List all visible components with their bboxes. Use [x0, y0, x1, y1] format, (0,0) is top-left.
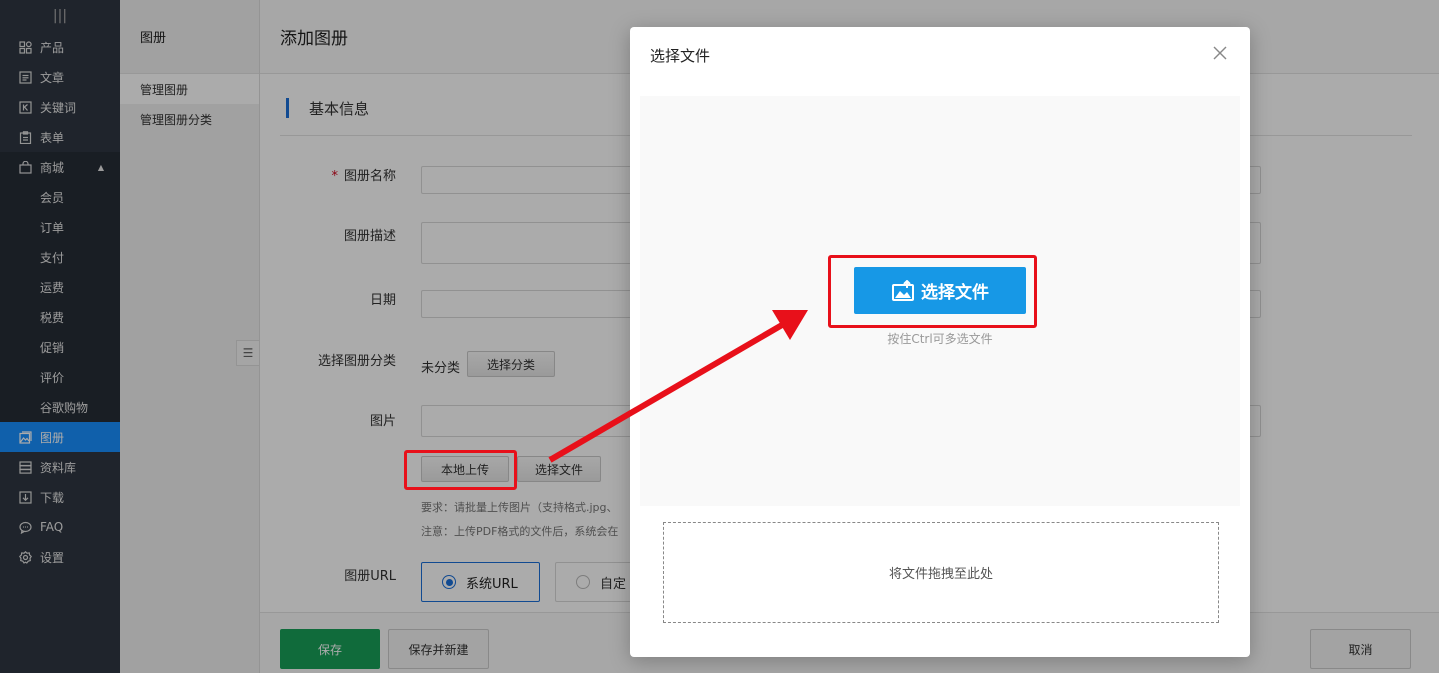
dialog-title: 选择文件: [650, 47, 711, 65]
multi-select-hint: 按住Ctrl可多选文件: [887, 332, 993, 346]
dialog-body: 选择文件 按住Ctrl可多选文件 将文件拖拽至此处: [640, 96, 1240, 648]
dropzone-label: 将文件拖拽至此处: [888, 567, 993, 582]
close-icon[interactable]: [1208, 41, 1232, 65]
choose-file-dialog: 选择文件 选择文件 按住Ctrl可多选文件 将文件拖拽至此处: [630, 27, 1250, 657]
annotation-highlight-pick-files: [828, 255, 1037, 328]
dropzone-container: 将文件拖拽至此处: [640, 506, 1240, 648]
file-dropzone[interactable]: 将文件拖拽至此处: [663, 522, 1219, 623]
annotation-highlight-local-upload: [404, 450, 517, 490]
